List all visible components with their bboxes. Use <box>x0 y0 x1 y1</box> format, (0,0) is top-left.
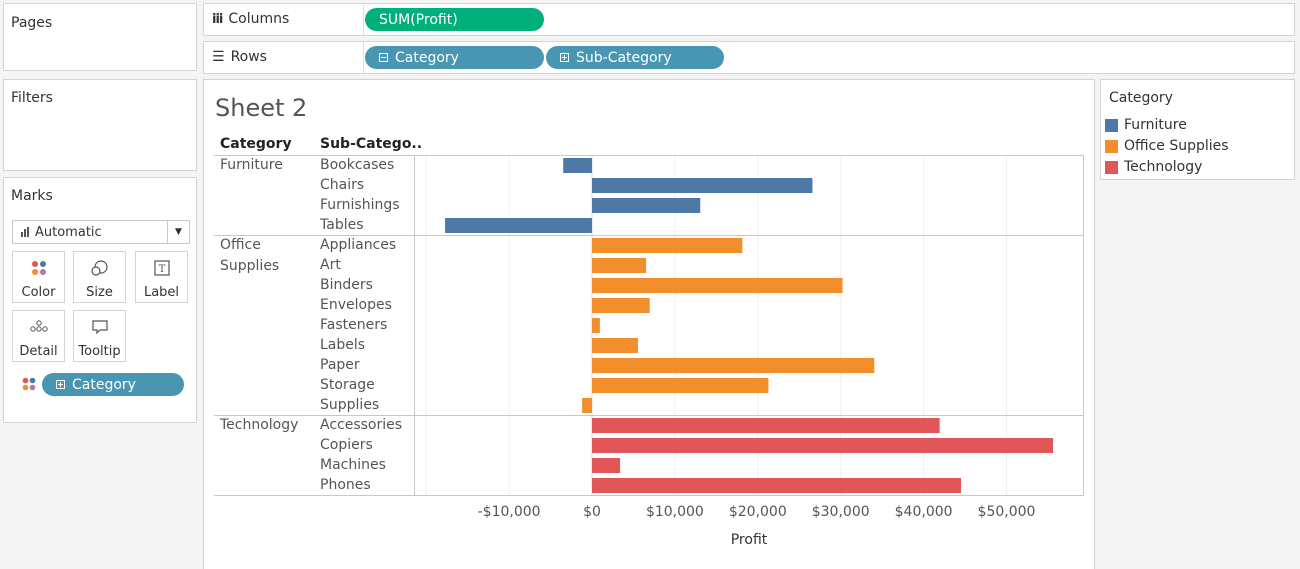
subcategory-label[interactable]: Accessories <box>320 417 402 433</box>
subcategory-label[interactable]: Phones <box>320 477 371 493</box>
category-label[interactable]: Furniture <box>220 157 283 173</box>
legend-item-office-supplies[interactable]: Office Supplies <box>1105 138 1229 154</box>
subcategory-label[interactable]: Furnishings <box>320 197 400 213</box>
filters-title: Filters <box>11 90 53 106</box>
rows-shelf-label: ☰ Rows <box>212 49 267 65</box>
subcategory-label[interactable]: Art <box>320 257 341 273</box>
marks-title: Marks <box>11 188 53 204</box>
subcategory-label[interactable]: Machines <box>320 457 386 473</box>
legend-item-furniture[interactable]: Furniture <box>1105 117 1187 133</box>
rows-icon: ☰ <box>212 49 225 65</box>
subcategory-label[interactable]: Labels <box>320 337 365 353</box>
subcategory-label[interactable]: Bookcases <box>320 157 394 173</box>
rows-shelf: ☰ Rows Category Sub-Category <box>203 41 1295 74</box>
expand-icon <box>560 53 569 62</box>
columns-shelf-label: iii Columns <box>212 11 290 27</box>
expand-icon <box>56 380 65 389</box>
subcategory-label[interactable]: Fasteners <box>320 317 387 333</box>
tooltip-icon <box>91 320 108 335</box>
legend-swatch <box>1105 139 1118 153</box>
x-tick-label: $50,000 <box>977 504 1036 520</box>
marks-panel: Marks Automatic ▼ Color Size T Label Det… <box>3 177 197 423</box>
svg-text:T: T <box>158 264 165 275</box>
color-category-pill[interactable]: Category <box>42 373 184 396</box>
x-axis-title: Profit <box>730 532 768 548</box>
color-button[interactable]: Color <box>12 251 65 303</box>
subcategory-label[interactable]: Supplies <box>320 397 379 413</box>
sum-profit-pill[interactable]: SUM(Profit) <box>365 8 544 31</box>
legend-swatch <box>1105 118 1118 132</box>
x-tick-label: $0 <box>583 504 601 520</box>
column-header-subcategory[interactable]: Sub-Catego.. <box>320 136 422 152</box>
bar-chart-icon <box>21 227 29 237</box>
x-tick-label: $30,000 <box>811 504 870 520</box>
x-tick-label: -$10,000 <box>477 504 541 520</box>
subcategory-label[interactable]: Paper <box>320 357 360 373</box>
tooltip-button[interactable]: Tooltip <box>73 310 126 362</box>
detail-icon <box>29 320 48 332</box>
subcategory-label[interactable]: Tables <box>320 217 364 233</box>
sheet-title: Sheet 2 <box>215 94 308 122</box>
category-label[interactable]: Technology <box>220 417 298 433</box>
legend-swatch <box>1105 160 1118 174</box>
filters-panel: Filters <box>3 79 197 171</box>
legend-title: Category <box>1109 90 1173 106</box>
detail-button[interactable]: Detail <box>12 310 65 362</box>
columns-shelf: iii Columns SUM(Profit) <box>203 3 1295 36</box>
subcategory-label[interactable]: Chairs <box>320 177 364 193</box>
legend-item-technology[interactable]: Technology <box>1105 159 1202 175</box>
size-icon <box>90 260 108 276</box>
subcategory-label[interactable]: Storage <box>320 377 375 393</box>
x-tick-label: $20,000 <box>728 504 787 520</box>
pages-panel: Pages <box>3 3 197 71</box>
category-row-pill[interactable]: Category <box>365 46 544 69</box>
category-legend: Category Furniture Office Supplies Techn… <box>1100 79 1295 180</box>
subcategory-label[interactable]: Envelopes <box>320 297 392 313</box>
category-label[interactable]: Office <box>220 237 261 253</box>
subcategory-label[interactable]: Binders <box>320 277 373 293</box>
subcategory-row-pill[interactable]: Sub-Category <box>546 46 724 69</box>
collapse-icon <box>379 53 388 62</box>
x-tick-label: $10,000 <box>645 504 704 520</box>
subcategory-label[interactable]: Appliances <box>320 237 396 253</box>
label-button[interactable]: T Label <box>135 251 188 303</box>
column-header-category[interactable]: Category <box>220 136 292 152</box>
color-icon <box>31 261 46 275</box>
chevron-down-icon[interactable]: ▼ <box>167 221 189 243</box>
label-icon: T <box>153 260 170 276</box>
mark-type-dropdown[interactable]: Automatic ▼ <box>12 220 190 244</box>
size-button[interactable]: Size <box>73 251 126 303</box>
pages-title: Pages <box>11 15 53 31</box>
subcategory-label[interactable]: Copiers <box>320 437 373 453</box>
columns-icon: iii <box>212 11 223 27</box>
x-tick-label: $40,000 <box>894 504 953 520</box>
color-icon <box>22 377 36 391</box>
category-label[interactable]: Supplies <box>220 258 279 274</box>
